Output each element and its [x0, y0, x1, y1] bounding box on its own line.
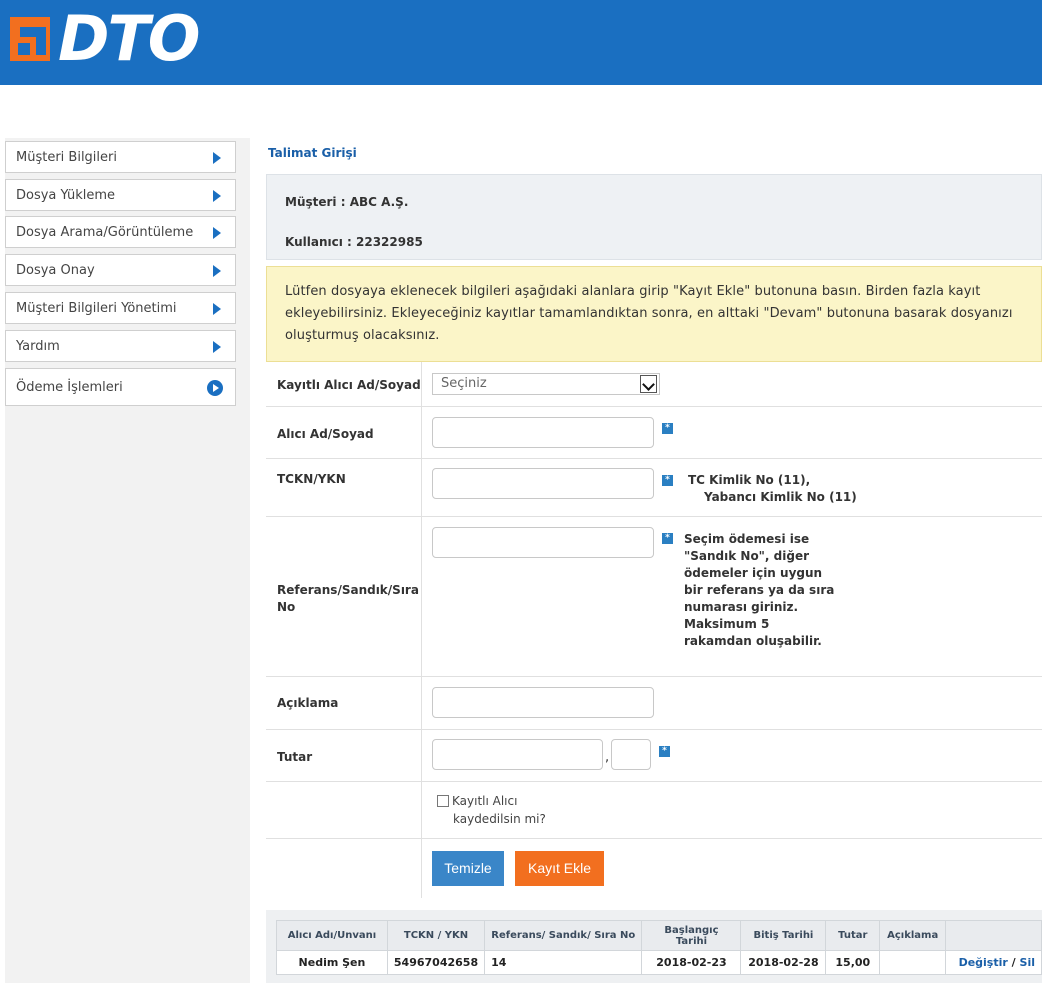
sidebar-item-dosya-onay[interactable]: Dosya Onay	[5, 254, 236, 286]
column-header: Bitiş Tarihi	[740, 920, 827, 951]
save-recipient-label-line: Kayıtlı Alıcı	[452, 794, 518, 808]
required-icon: *	[662, 475, 673, 486]
dto-logo[interactable]: DTO	[8, 2, 200, 75]
required-icon: *	[662, 423, 673, 434]
reference-label-2: No	[277, 600, 296, 614]
tckn-input[interactable]	[432, 468, 654, 499]
reference-hint-line: "Sandık No", diğer	[684, 549, 810, 563]
cell-actions: Değiştir / Sil	[945, 950, 1042, 975]
recipient-label: Alıcı Ad/Soyad	[277, 427, 374, 441]
arrow-right-icon	[213, 303, 221, 315]
records-table-container: Alıcı Adı/Unvanı TCKN / YKN Referans/ Sa…	[266, 910, 1042, 983]
reference-hint-line: bir referans ya da sıra	[684, 583, 835, 597]
records-table: Alıcı Adı/Unvanı TCKN / YKN Referans/ Sa…	[276, 920, 1042, 975]
column-header: Açıklama	[879, 920, 947, 951]
description-label: Açıklama	[277, 696, 339, 710]
page-title: Talimat Girişi	[268, 146, 357, 160]
cell-end-date: 2018-02-28	[740, 950, 827, 975]
table-row: Nedim Şen 54967042658 14 2018-02-23 2018…	[276, 950, 1042, 975]
column-header: TCKN / YKN	[386, 920, 486, 951]
row-buttons	[266, 839, 1042, 898]
column-header: Alıcı Adı/Unvanı	[276, 920, 388, 951]
row-description: Açıklama	[266, 677, 1042, 730]
save-recipient-checkbox[interactable]	[437, 795, 449, 807]
reference-hint-line: Maksimum 5	[684, 617, 770, 631]
amount-label: Tutar	[277, 750, 313, 764]
saved-recipient-value: Seçiniz	[441, 376, 487, 391]
arrow-right-icon	[213, 341, 221, 353]
arrow-right-icon	[213, 227, 221, 239]
saved-recipient-label: Kayıtlı Alıcı Ad/Soyad	[277, 378, 421, 392]
customer-line: Müşteri : ABC A.Ş.	[285, 195, 409, 209]
arrow-right-icon	[213, 265, 221, 277]
chevron-down-icon	[640, 375, 657, 393]
info-notice: Lütfen dosyaya eklenecek bilgileri aşağı…	[266, 266, 1042, 362]
cell-description	[879, 950, 947, 975]
sidebar-item-musteri-yonetimi[interactable]: Müşteri Bilgileri Yönetimi	[5, 292, 236, 324]
column-header: Başlangıç Tarihi	[641, 920, 742, 951]
arrow-right-icon	[213, 190, 221, 202]
clear-button[interactable]: Temizle	[432, 851, 504, 886]
cell-amount: 15,00	[825, 950, 881, 975]
table-header-row: Alıcı Adı/Unvanı TCKN / YKN Referans/ Sa…	[276, 920, 1042, 951]
sidebar-item-label: Dosya Yükleme	[16, 187, 116, 203]
save-recipient-label: Kayıtlı Alıcı kaydedilsin mi?	[452, 792, 546, 828]
cell-name: Nedim Şen	[276, 950, 388, 975]
sidebar-item-label: Ödeme İşlemleri	[16, 379, 123, 395]
sidebar-item-label: Yardım	[16, 338, 60, 354]
sidebar-item-dosya-yukleme[interactable]: Dosya Yükleme	[5, 179, 236, 211]
required-icon: *	[659, 746, 670, 757]
reference-hint-line: rakamdan oluşabilir.	[684, 634, 822, 648]
sidebar-item-label: Müşteri Bilgileri Yönetimi	[16, 300, 177, 316]
logo-mark-icon	[10, 17, 50, 61]
column-header: Referans/ Sandık/ Sıra No	[484, 920, 643, 951]
save-recipient-label-line: kaydedilsin mi?	[453, 812, 546, 826]
reference-input[interactable]	[432, 527, 654, 558]
cell-reference: 14	[484, 950, 643, 975]
cell-start-date: 2018-02-23	[641, 950, 742, 975]
edit-link[interactable]: Değiştir	[959, 956, 1008, 969]
row-tckn: TCKN/YKN	[266, 459, 1042, 517]
reference-hint-line: numarası giriniz.	[684, 600, 799, 614]
amount-separator: ,	[605, 750, 610, 765]
description-input[interactable]	[432, 687, 654, 718]
header-bar: DTO	[0, 0, 1042, 85]
required-icon: *	[662, 533, 673, 544]
tckn-hint-1: TC Kimlik No (11),	[688, 473, 811, 487]
sidebar-item-odeme-islemleri[interactable]: Ödeme İşlemleri	[5, 368, 236, 406]
amount-decimal-input[interactable]	[611, 739, 651, 770]
amount-whole-input[interactable]	[432, 739, 603, 770]
arrow-right-icon	[213, 152, 221, 164]
add-record-button[interactable]: Kayıt Ekle	[515, 851, 604, 886]
column-header	[945, 920, 1042, 951]
customer-info-box: Müşteri : ABC A.Ş. Kullanıcı : 22322985	[266, 174, 1042, 260]
sidebar-item-musteri-bilgileri[interactable]: Müşteri Bilgileri	[5, 141, 236, 173]
column-header: Tutar	[825, 920, 881, 951]
row-recipient-name: Alıcı Ad/Soyad	[266, 407, 1042, 459]
sidebar-item-label: Müşteri Bilgileri	[16, 149, 117, 165]
delete-link[interactable]: Sil	[1020, 956, 1035, 969]
sidebar-item-label: Dosya Arama/Görüntüleme	[16, 224, 194, 240]
tckn-label: TCKN/YKN	[277, 472, 346, 486]
row-reference: Referans/Sandık/Sıra No	[266, 517, 1042, 677]
sidebar-item-yardim[interactable]: Yardım	[5, 330, 236, 362]
sidebar-item-dosya-arama[interactable]: Dosya Arama/Görüntüleme	[5, 216, 236, 248]
row-amount: Tutar	[266, 730, 1042, 782]
circle-arrow-icon	[207, 380, 223, 396]
recipient-name-input[interactable]	[432, 417, 654, 448]
user-line: Kullanıcı : 22322985	[285, 235, 423, 249]
saved-recipient-select[interactable]: Seçiniz	[432, 373, 660, 395]
reference-label-1: Referans/Sandık/Sıra	[277, 583, 419, 597]
reference-hint-line: ödemeler için uygun	[684, 566, 823, 580]
action-separator: /	[1011, 956, 1016, 969]
cell-tckn: 54967042658	[386, 950, 486, 975]
tckn-hint-2: Yabancı Kimlik No (11)	[704, 490, 857, 504]
reference-hint-line: Seçim ödemesi ise	[684, 532, 810, 546]
logo-text: DTO	[58, 2, 200, 75]
sidebar-item-label: Dosya Onay	[16, 262, 95, 278]
row-save-recipient	[266, 782, 1042, 839]
sidebar: Müşteri Bilgileri Dosya Yükleme Dosya Ar…	[5, 138, 250, 983]
